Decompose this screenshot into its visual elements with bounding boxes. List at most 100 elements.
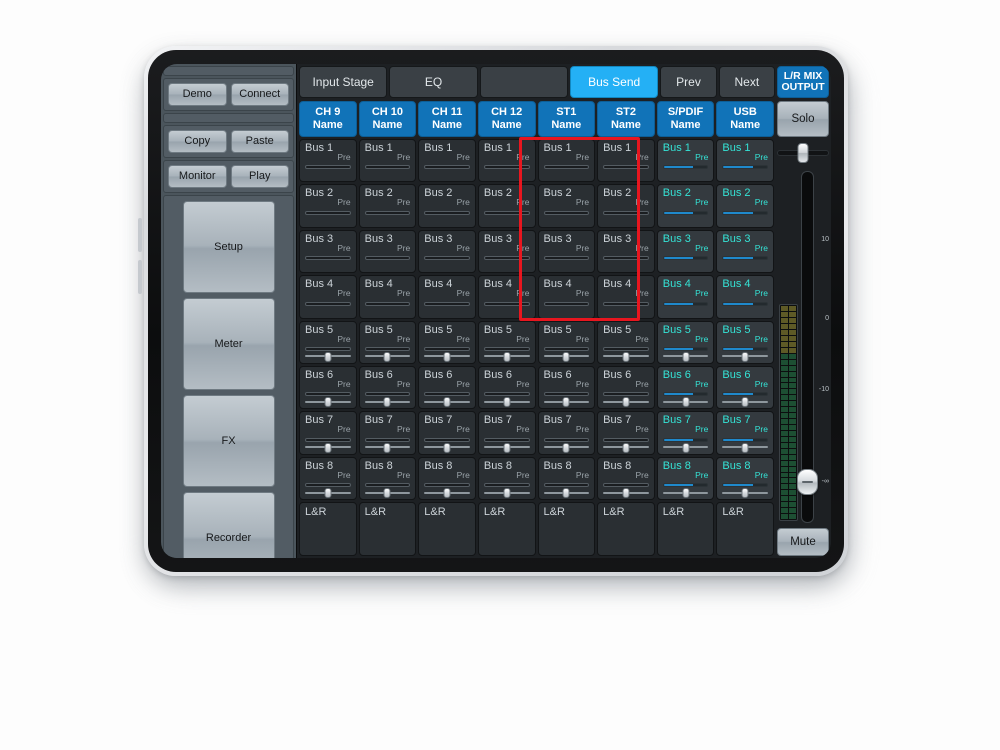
bus-send-level-slider[interactable]	[722, 437, 768, 442]
bus-send-pan-slider[interactable]	[483, 351, 530, 362]
bus-send-level-slider[interactable]	[543, 256, 590, 261]
setup-button[interactable]: Setup	[182, 201, 275, 293]
bus-send-cell[interactable]: Bus 5 Pre	[716, 320, 774, 364]
bus-send-level-slider[interactable]	[424, 483, 470, 487]
bus-send-cell[interactable]: Bus 4 Pre	[477, 275, 536, 319]
pan-knob[interactable]	[562, 397, 570, 408]
bus-send-cell[interactable]: Bus 2 Pre	[656, 184, 715, 228]
bus-send-cell[interactable]: Bus 8 Pre	[418, 456, 476, 500]
pan-knob[interactable]	[324, 442, 332, 453]
bus-send-cell[interactable]: Bus 3 Pre	[537, 229, 596, 274]
tab-bus-send[interactable]: Bus Send	[569, 66, 659, 98]
bus-send-cell[interactable]: Bus 5 Pre	[597, 320, 655, 364]
pan-knob[interactable]	[562, 442, 570, 453]
bus-send-pan-slider[interactable]	[305, 397, 351, 408]
bus-send-cell[interactable]: Bus 4 Pre	[537, 275, 596, 319]
bus-send-level-slider[interactable]	[722, 483, 768, 487]
channel-name-button[interactable]: ST2 Name	[597, 101, 655, 137]
bus-send-cell[interactable]: Bus 8 Pre	[477, 456, 536, 500]
bus-send-level-slider[interactable]	[722, 346, 768, 351]
bus-send-cell[interactable]: Bus 2 Pre	[418, 184, 476, 228]
bus-send-level-slider[interactable]	[603, 437, 649, 442]
pan-knob[interactable]	[503, 351, 511, 362]
lr-cell[interactable]: L&R	[299, 502, 357, 556]
pan-knob[interactable]	[682, 488, 690, 498]
bus-send-pan-slider[interactable]	[364, 488, 411, 498]
bus-send-cell[interactable]: Bus 5 Pre	[299, 320, 357, 364]
channel-name-button[interactable]: CH 9 Name	[299, 101, 357, 137]
bus-send-pan-slider[interactable]	[305, 488, 351, 498]
bus-send-pan-slider[interactable]	[722, 351, 768, 362]
bus-send-pan-slider[interactable]	[603, 442, 649, 453]
pan-knob[interactable]	[503, 397, 511, 408]
bus-send-level-slider[interactable]	[305, 437, 351, 442]
bus-send-level-slider[interactable]	[483, 210, 530, 215]
bus-send-level-slider[interactable]	[722, 165, 768, 170]
bus-send-level-slider[interactable]	[662, 483, 709, 487]
bus-send-cell[interactable]: Bus 7 Pre	[597, 411, 655, 455]
pan-knob[interactable]	[622, 488, 630, 498]
bus-send-level-slider[interactable]	[543, 437, 590, 442]
bus-send-cell[interactable]: Bus 7 Pre	[656, 411, 715, 455]
bus-send-cell[interactable]: Bus 1 Pre	[537, 139, 596, 183]
bus-send-cell[interactable]: Bus 5 Pre	[358, 320, 417, 364]
play-button[interactable]: Play	[230, 165, 289, 188]
bus-send-level-slider[interactable]	[603, 301, 649, 306]
bus-send-cell[interactable]: Bus 8 Pre	[537, 456, 596, 500]
pan-knob[interactable]	[622, 351, 630, 362]
bus-send-level-slider[interactable]	[364, 256, 411, 261]
bus-send-cell[interactable]: Bus 1 Pre	[358, 139, 417, 183]
bus-send-cell[interactable]: Bus 8 Pre	[299, 456, 357, 500]
bus-send-level-slider[interactable]	[543, 210, 590, 215]
paste-button[interactable]: Paste	[230, 130, 289, 153]
bus-send-level-slider[interactable]	[483, 165, 530, 170]
bus-send-pan-slider[interactable]	[483, 397, 530, 408]
bus-send-level-slider[interactable]	[722, 301, 768, 306]
channel-name-button[interactable]: CH 12 Name	[477, 101, 536, 137]
pan-knob[interactable]	[383, 488, 391, 498]
solo-button[interactable]: Solo	[777, 101, 829, 137]
bus-send-cell[interactable]: Bus 4 Pre	[716, 275, 774, 319]
bus-send-cell[interactable]: Bus 8 Pre	[597, 456, 655, 500]
demo-button[interactable]: Demo	[168, 83, 227, 106]
mute-button[interactable]: Mute	[777, 528, 829, 556]
lr-cell[interactable]: L&R	[358, 502, 417, 556]
bus-send-level-slider[interactable]	[603, 210, 649, 215]
bus-send-level-slider[interactable]	[364, 437, 411, 442]
bus-send-level-slider[interactable]	[483, 437, 530, 442]
pan-knob[interactable]	[443, 442, 451, 453]
bus-send-cell[interactable]: Bus 7 Pre	[418, 411, 476, 455]
bus-send-pan-slider[interactable]	[305, 351, 351, 362]
tablet-volume-up-button[interactable]	[138, 218, 142, 252]
bus-send-level-slider[interactable]	[305, 301, 351, 306]
bus-send-level-slider[interactable]	[543, 301, 590, 306]
bus-send-cell[interactable]: Bus 3 Pre	[597, 229, 655, 274]
bus-send-pan-slider[interactable]	[543, 397, 590, 408]
tab-next[interactable]: Next	[718, 66, 776, 98]
bus-send-cell[interactable]: Bus 2 Pre	[716, 184, 774, 228]
master-fader-knob[interactable]	[797, 469, 818, 496]
pan-knob[interactable]	[443, 488, 451, 498]
bus-send-pan-slider[interactable]	[424, 351, 470, 362]
bus-send-level-slider[interactable]	[662, 210, 709, 215]
bus-send-level-slider[interactable]	[483, 301, 530, 306]
bus-send-cell[interactable]: Bus 8 Pre	[716, 456, 774, 500]
bus-send-cell[interactable]: Bus 4 Pre	[299, 275, 357, 319]
bus-send-level-slider[interactable]	[483, 392, 530, 397]
bus-send-cell[interactable]: Bus 4 Pre	[656, 275, 715, 319]
channel-name-button[interactable]: CH 11 Name	[418, 101, 476, 137]
bus-send-cell[interactable]: Bus 8 Pre	[656, 456, 715, 500]
monitor-button[interactable]: Monitor	[168, 165, 227, 188]
bus-send-pan-slider[interactable]	[662, 397, 709, 408]
bus-send-pan-slider[interactable]	[543, 351, 590, 362]
bus-send-level-slider[interactable]	[543, 165, 590, 170]
bus-send-pan-slider[interactable]	[364, 351, 411, 362]
bus-send-cell[interactable]: Bus 4 Pre	[597, 275, 655, 319]
pan-knob[interactable]	[682, 351, 690, 362]
bus-send-cell[interactable]: Bus 6 Pre	[537, 365, 596, 410]
bus-send-pan-slider[interactable]	[424, 397, 470, 408]
bus-send-cell[interactable]: Bus 2 Pre	[597, 184, 655, 228]
bus-send-level-slider[interactable]	[424, 392, 470, 397]
bus-send-cell[interactable]: Bus 5 Pre	[656, 320, 715, 364]
lr-mix-output-button[interactable]: L/R MIX OUTPUT	[777, 66, 830, 98]
